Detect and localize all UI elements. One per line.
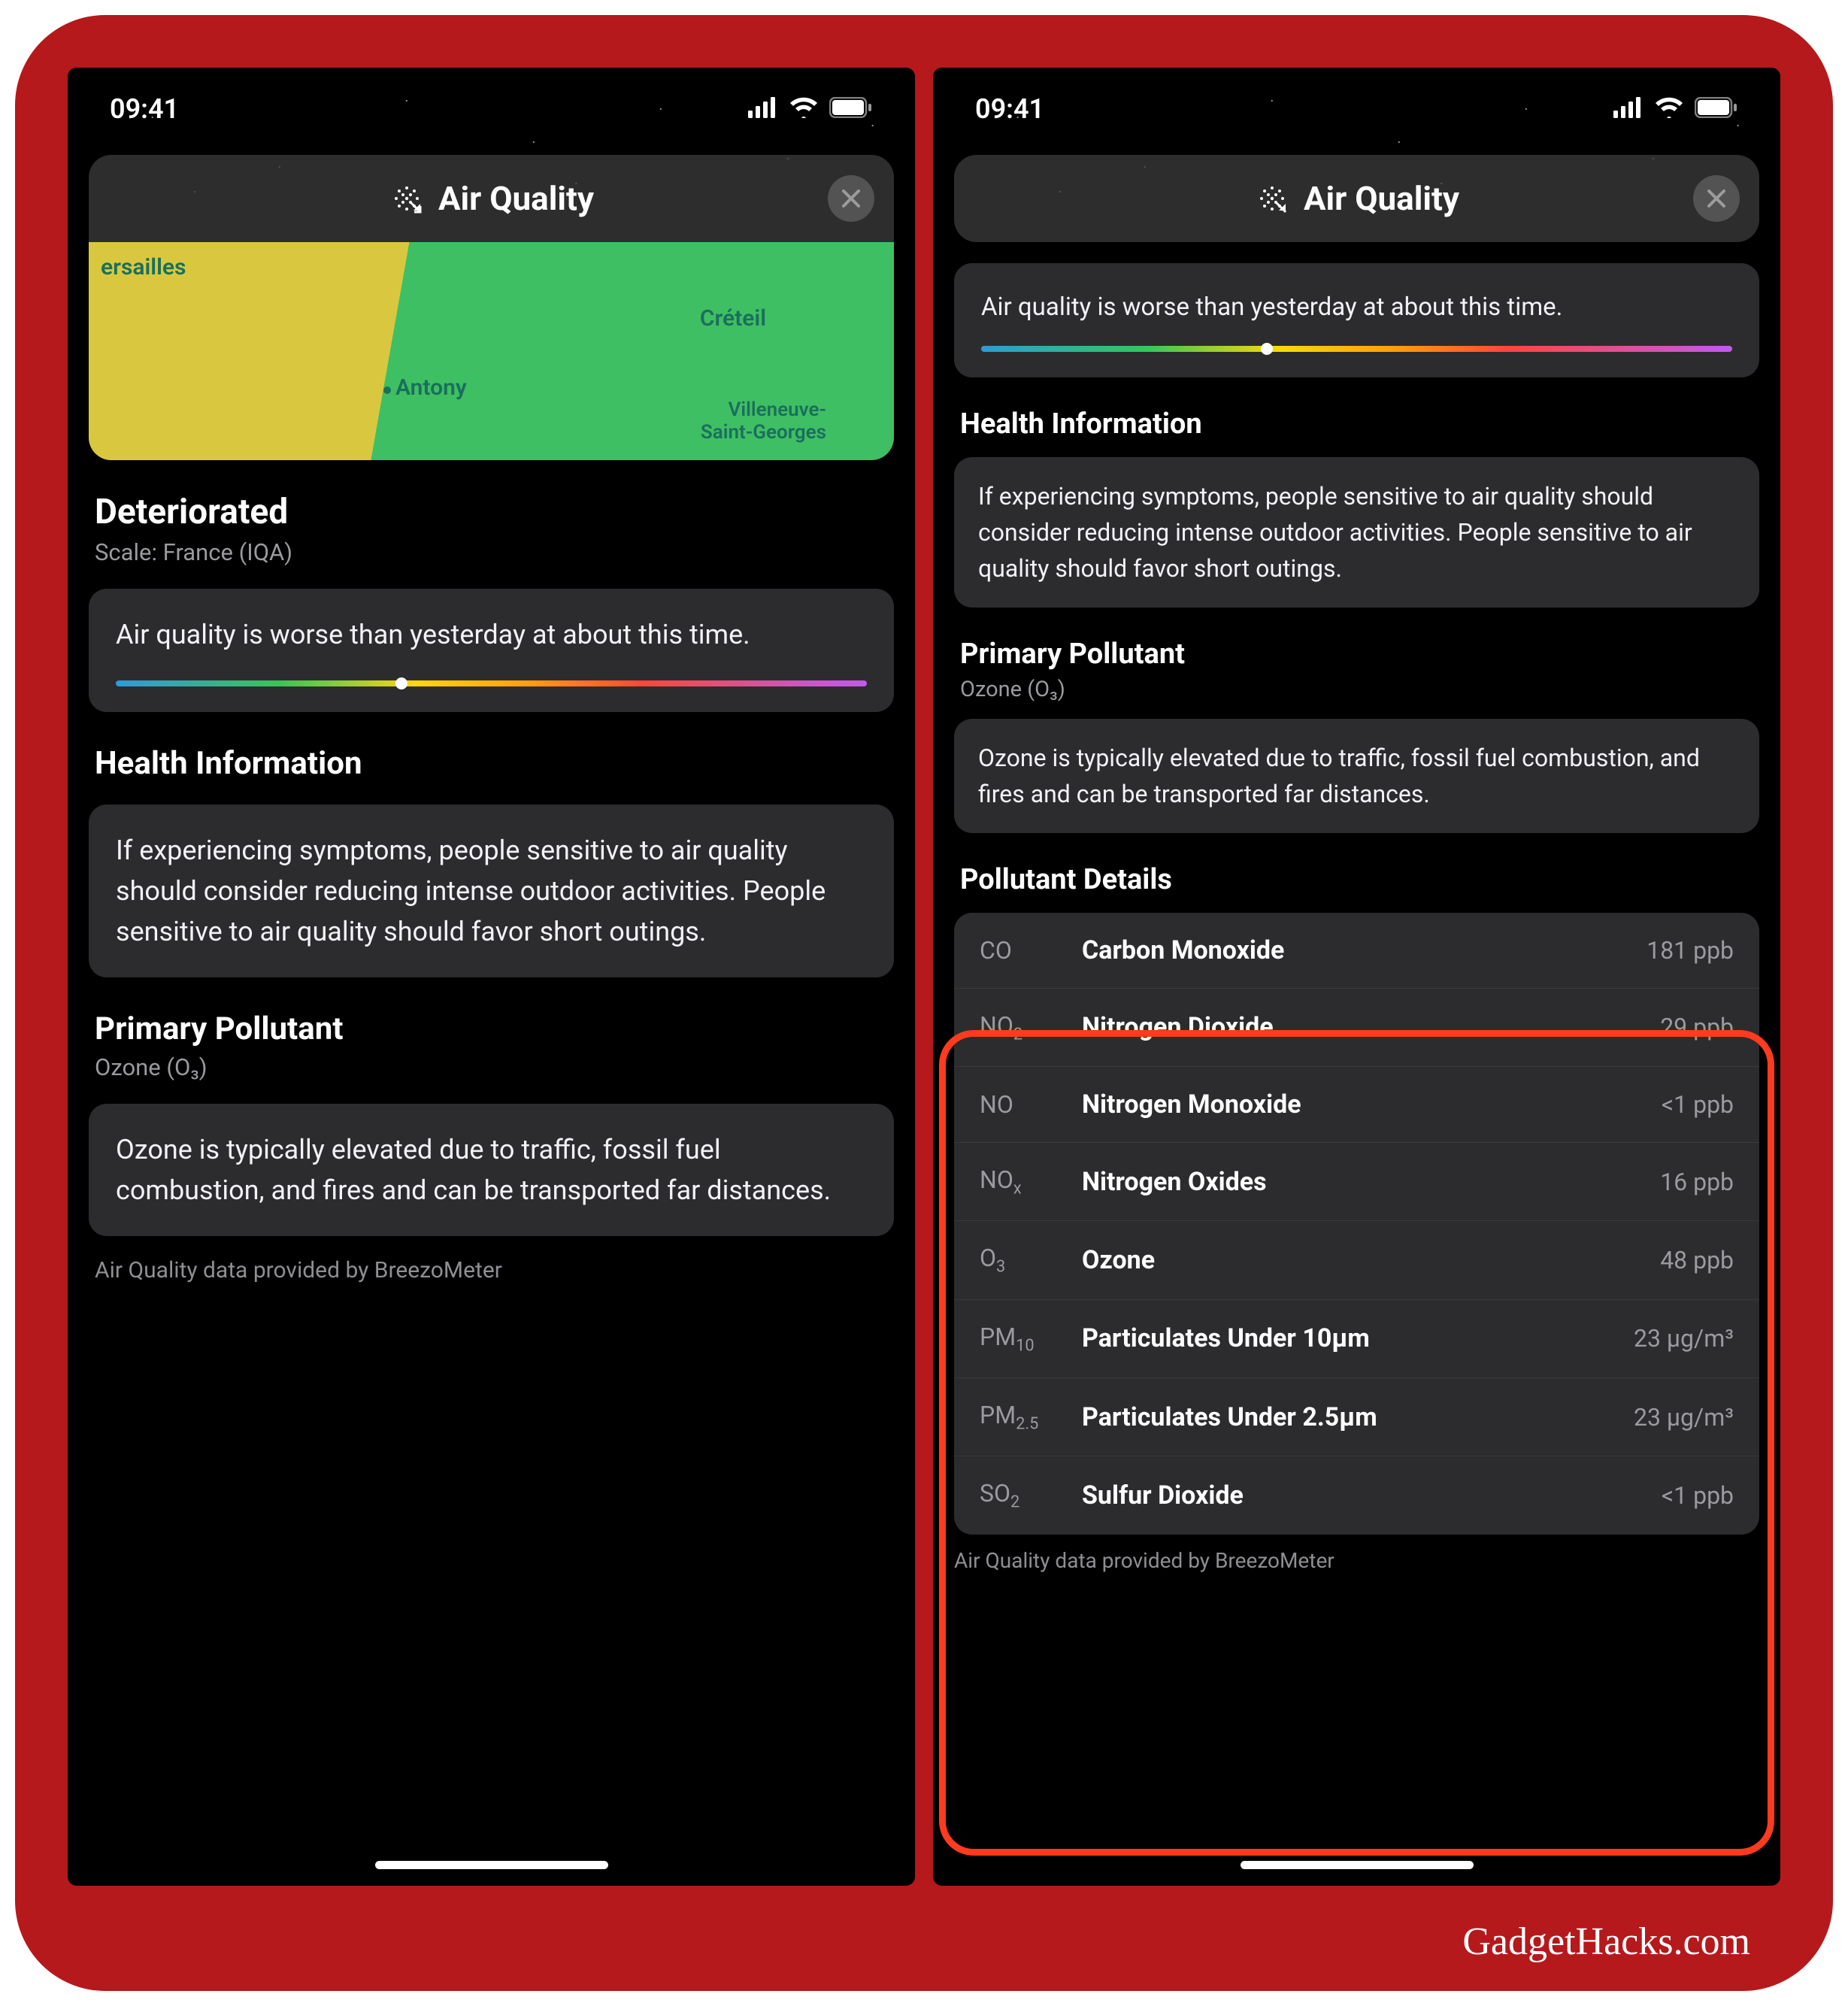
air-quality-icon xyxy=(1254,180,1290,217)
primary-pollutant-sub: Ozone (O₃) xyxy=(95,1053,888,1081)
watermark: GadgetHacks.com xyxy=(1462,1920,1750,1964)
map-label-vsg: Villeneuve- Saint-Georges xyxy=(701,398,826,444)
close-icon xyxy=(841,188,862,209)
aqi-spectrum xyxy=(981,346,1732,352)
phone-left: 09:41 Air Quality xyxy=(68,68,915,1886)
home-indicator[interactable] xyxy=(1241,1861,1474,1869)
phone-right: 09:41 Air Quality xyxy=(933,68,1780,1886)
aqi-marker xyxy=(395,677,407,689)
comparison-frame: 09:41 Air Quality xyxy=(15,15,1833,1991)
status-heading: Deteriorated xyxy=(95,492,888,532)
wifi-icon xyxy=(1654,93,1684,125)
primary-pollutant-card: Ozone is typically elevated due to traff… xyxy=(954,719,1759,833)
pollutant-details-heading: Pollutant Details xyxy=(960,863,1753,896)
map-dot-antony xyxy=(383,386,391,394)
cellular-icon xyxy=(1613,93,1644,125)
scale-label: Scale: France (IQA) xyxy=(95,538,888,566)
map-label-creteil: Créteil xyxy=(700,305,766,332)
primary-pollutant-sub: Ozone (O₃) xyxy=(960,677,1753,702)
pollutant-row: CO Carbon Monoxide 181 ppb xyxy=(954,913,1759,989)
status-time: 09:41 xyxy=(110,93,179,125)
close-button[interactable] xyxy=(1693,175,1740,222)
health-heading: Health Information xyxy=(960,408,1753,441)
air-quality-map[interactable]: ersailles Créteil Antony Villeneuve- Sai… xyxy=(89,242,894,460)
attribution: Air Quality data provided by BreezoMeter xyxy=(89,1257,894,1283)
sheet-header: Air Quality xyxy=(89,155,894,242)
status-indicators xyxy=(1613,93,1738,125)
summary-text: Air quality is worse than yesterday at a… xyxy=(116,614,867,655)
aqi-marker xyxy=(1261,343,1273,355)
status-time: 09:41 xyxy=(975,93,1044,125)
status-bar: 09:41 xyxy=(68,68,915,140)
health-text: If experiencing symptoms, people sensiti… xyxy=(978,478,1735,586)
close-button[interactable] xyxy=(828,175,874,222)
map-label-versailles: ersailles xyxy=(101,254,186,280)
primary-pollutant-text: Ozone is typically elevated due to traff… xyxy=(978,740,1735,812)
aqi-spectrum xyxy=(116,680,867,686)
primary-pollutant-text: Ozone is typically elevated due to traff… xyxy=(116,1129,867,1211)
pollutant-name: Carbon Monoxide xyxy=(1082,935,1627,965)
health-text: If experiencing symptoms, people sensiti… xyxy=(116,830,867,952)
summary-text: Air quality is worse than yesterday at a… xyxy=(981,289,1732,326)
sheet-header: Air Quality xyxy=(954,155,1759,242)
health-card: If experiencing symptoms, people sensiti… xyxy=(89,805,894,977)
cellular-icon xyxy=(748,93,778,125)
sheet-title: Air Quality xyxy=(1304,179,1459,218)
pollutant-value: 181 ppb xyxy=(1647,936,1734,965)
sheet-title: Air Quality xyxy=(438,179,594,218)
summary-card: Air quality is worse than yesterday at a… xyxy=(954,263,1759,377)
air-quality-icon xyxy=(389,180,425,217)
primary-pollutant-heading: Primary Pollutant xyxy=(95,1011,888,1047)
pollutant-symbol: CO xyxy=(980,936,1062,965)
summary-card: Air quality is worse than yesterday at a… xyxy=(89,589,894,712)
wifi-icon xyxy=(789,93,819,125)
annotation-highlight xyxy=(939,1030,1774,1856)
status-bar: 09:41 xyxy=(933,68,1780,140)
battery-icon xyxy=(829,93,873,125)
primary-pollutant-card: Ozone is typically elevated due to traff… xyxy=(89,1104,894,1236)
home-indicator[interactable] xyxy=(375,1861,608,1869)
battery-icon xyxy=(1695,93,1738,125)
primary-pollutant-heading: Primary Pollutant xyxy=(960,638,1753,671)
status-indicators xyxy=(748,93,873,125)
map-label-antony: Antony xyxy=(395,374,467,401)
close-icon xyxy=(1706,188,1727,209)
health-card: If experiencing symptoms, people sensiti… xyxy=(954,457,1759,608)
health-heading: Health Information xyxy=(95,745,888,782)
